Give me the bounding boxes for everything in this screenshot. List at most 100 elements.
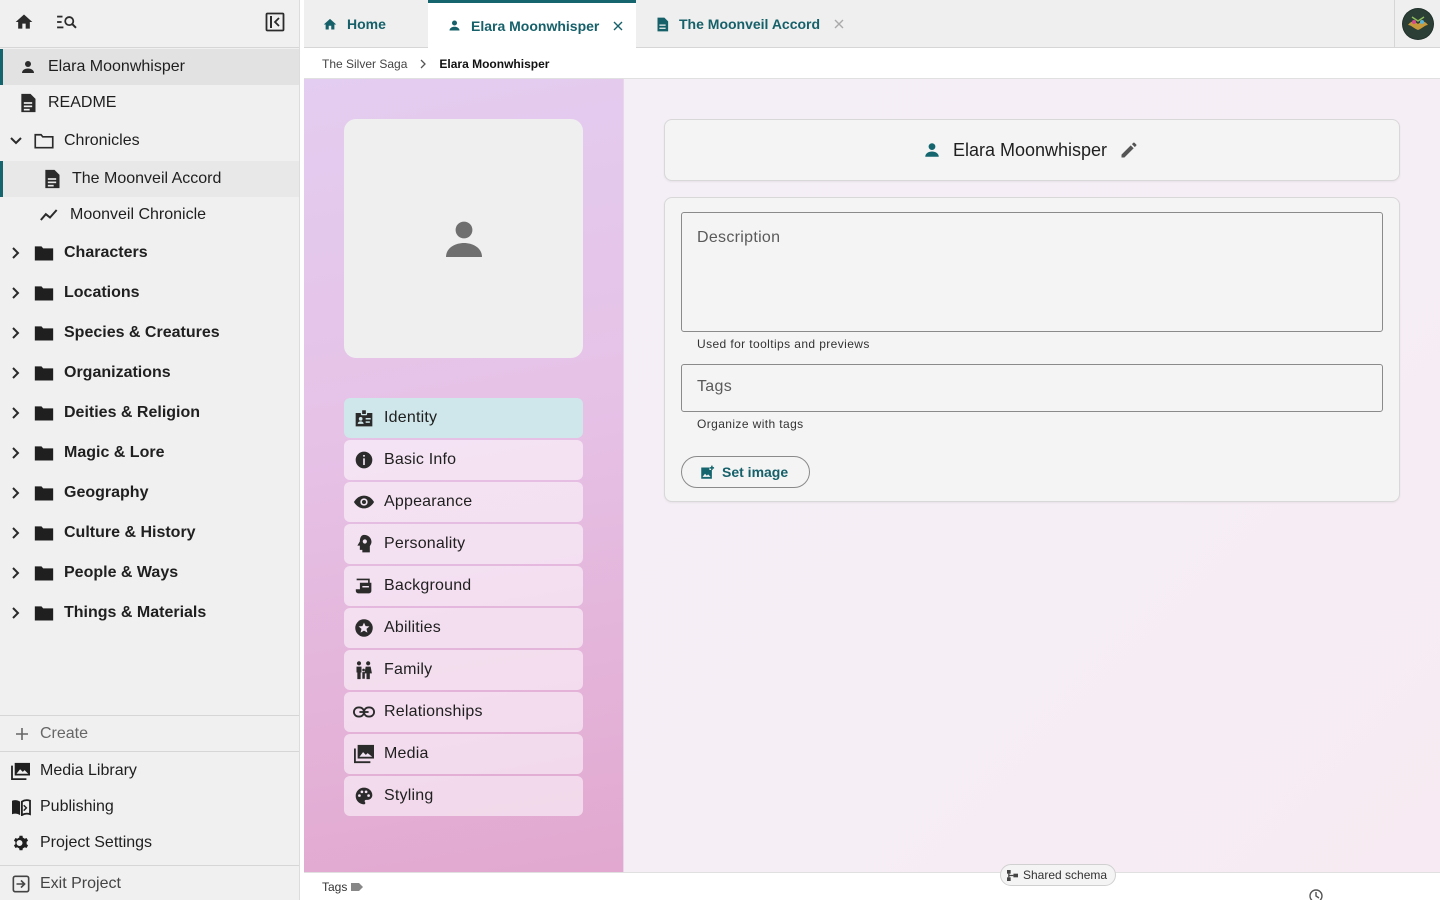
- edit-name-button[interactable]: [1119, 139, 1141, 161]
- tree-item-things-materials[interactable]: Things & Materials: [0, 595, 299, 631]
- tree-item-characters[interactable]: Characters: [0, 235, 299, 271]
- nav-appearance[interactable]: Appearance: [344, 482, 583, 522]
- head-icon: [353, 533, 375, 555]
- folder-icon: [34, 363, 54, 383]
- description-field[interactable]: Description: [681, 212, 1383, 332]
- nav-styling[interactable]: Styling: [344, 776, 583, 816]
- tree-item-magic-lore[interactable]: Magic & Lore: [0, 435, 299, 471]
- tree-item-label: Things & Materials: [64, 604, 207, 621]
- tab-bar: Home Elara Moonwhisper The Moonveil Acco…: [304, 0, 1440, 48]
- tree-item-label: Organizations: [64, 364, 171, 381]
- search-tree-icon: [56, 13, 78, 31]
- tree-item-label: Chronicles: [64, 132, 140, 149]
- nav-personality[interactable]: Personality: [344, 524, 583, 564]
- chevron-right-icon[interactable]: [8, 325, 24, 341]
- nav-media[interactable]: Media: [344, 734, 583, 774]
- palette-icon: [353, 785, 375, 807]
- nav-relationships[interactable]: Relationships: [344, 692, 583, 732]
- chevron-right-icon[interactable]: [8, 285, 24, 301]
- nav-label: Background: [384, 577, 472, 594]
- set-image-button[interactable]: Set image: [681, 456, 810, 488]
- folder-icon: [34, 323, 54, 343]
- nav-label: Media: [384, 745, 429, 762]
- tree-item-label: Magic & Lore: [64, 444, 165, 461]
- search-tree-button[interactable]: [53, 10, 81, 34]
- home-button[interactable]: [10, 10, 38, 34]
- tree-item-readme[interactable]: README: [0, 85, 299, 121]
- info-icon: [353, 449, 375, 471]
- tree-item-deities-religion[interactable]: Deities & Religion: [0, 395, 299, 431]
- project-settings-button[interactable]: Project Settings: [0, 825, 299, 861]
- tags-field[interactable]: Tags: [681, 364, 1383, 412]
- nav-abilities[interactable]: Abilities: [344, 608, 583, 648]
- nav-label: Basic Info: [384, 451, 457, 468]
- nav-identity[interactable]: Identity: [344, 398, 583, 438]
- tags-hint: Organize with tags: [697, 417, 804, 431]
- user-menu[interactable]: [1394, 0, 1440, 48]
- tree-item-geography[interactable]: Geography: [0, 475, 299, 511]
- person-icon: [18, 57, 38, 77]
- chevron-right-icon[interactable]: [8, 445, 24, 461]
- chevron-right-icon[interactable]: [8, 245, 24, 261]
- create-button[interactable]: Create: [0, 716, 299, 752]
- media-library-button[interactable]: Media Library: [0, 753, 299, 789]
- tree-item-organizations[interactable]: Organizations: [0, 355, 299, 391]
- chevron-right-icon: [419, 59, 429, 69]
- sidebar-footer: Create Media Library Publishing Project …: [0, 715, 299, 900]
- person-icon: [923, 140, 943, 160]
- description-placeholder: Description: [697, 229, 781, 246]
- tree-item-elara-moonwhisper[interactable]: Elara Moonwhisper: [0, 49, 299, 85]
- status-tags[interactable]: Tags: [322, 880, 364, 894]
- tab-elara-moonwhisper[interactable]: Elara Moonwhisper: [428, 0, 636, 48]
- nav-label: Appearance: [384, 493, 473, 510]
- close-icon[interactable]: [611, 19, 625, 33]
- shared-schema-badge[interactable]: Shared schema: [1000, 864, 1117, 886]
- family-icon: [353, 659, 375, 681]
- schema-icon: [1007, 869, 1019, 881]
- chevron-right-icon[interactable]: [8, 605, 24, 621]
- tree-item-label: Moonveil Chronicle: [70, 206, 207, 223]
- tree-item-label: Elara Moonwhisper: [48, 58, 185, 75]
- tree-item-locations[interactable]: Locations: [0, 275, 299, 311]
- portrait-placeholder[interactable]: [344, 119, 583, 358]
- plus-icon: [12, 724, 32, 744]
- add-image-icon: [700, 464, 716, 480]
- tab-home[interactable]: Home: [304, 0, 428, 48]
- chevron-right-icon[interactable]: [8, 565, 24, 581]
- chevron-right-icon[interactable]: [8, 485, 24, 501]
- tree-item-species-creatures[interactable]: Species & Creatures: [0, 315, 299, 351]
- avatar[interactable]: [1401, 8, 1434, 40]
- person-icon: [440, 215, 488, 263]
- chevron-right-icon[interactable]: [8, 365, 24, 381]
- history-icon[interactable]: [1308, 888, 1324, 900]
- close-icon[interactable]: [832, 17, 846, 31]
- status-bar: Tags: [304, 872, 1440, 900]
- breadcrumb-parent[interactable]: The Silver Saga: [322, 57, 407, 71]
- tree-item-chronicles[interactable]: Chronicles: [0, 123, 299, 159]
- set-image-label: Set image: [722, 464, 789, 480]
- nav-family[interactable]: Family: [344, 650, 583, 690]
- badge-icon: [353, 407, 375, 429]
- folder-icon: [34, 283, 54, 303]
- pencil-icon: [1119, 140, 1139, 160]
- nav-background[interactable]: Background: [344, 566, 583, 606]
- chevron-down-icon[interactable]: [8, 133, 24, 149]
- eye-icon: [353, 491, 375, 513]
- tree-item-culture-history[interactable]: Culture & History: [0, 515, 299, 551]
- folder-icon: [34, 603, 54, 623]
- tab-label: The Moonveil Accord: [679, 16, 821, 32]
- folder-icon: [34, 523, 54, 543]
- tree-item-moonveil-chronicle[interactable]: Moonveil Chronicle: [0, 197, 299, 233]
- tab-moonveil-accord[interactable]: The Moonveil Accord: [636, 0, 856, 48]
- chevron-right-icon[interactable]: [8, 525, 24, 541]
- collapse-sidebar-button[interactable]: [261, 10, 289, 34]
- tree-item-moonveil-accord[interactable]: The Moonveil Accord: [0, 161, 299, 197]
- tree-item-people-ways[interactable]: People & Ways: [0, 555, 299, 591]
- create-label: Create: [40, 724, 89, 742]
- exit-project-button[interactable]: Exit Project: [0, 865, 299, 900]
- timeline-icon: [40, 205, 60, 225]
- entity-editor: Elara Moonwhisper Description Used for t…: [624, 79, 1440, 872]
- chevron-right-icon[interactable]: [8, 405, 24, 421]
- nav-basic-info[interactable]: Basic Info: [344, 440, 583, 480]
- publishing-button[interactable]: Publishing: [0, 789, 299, 825]
